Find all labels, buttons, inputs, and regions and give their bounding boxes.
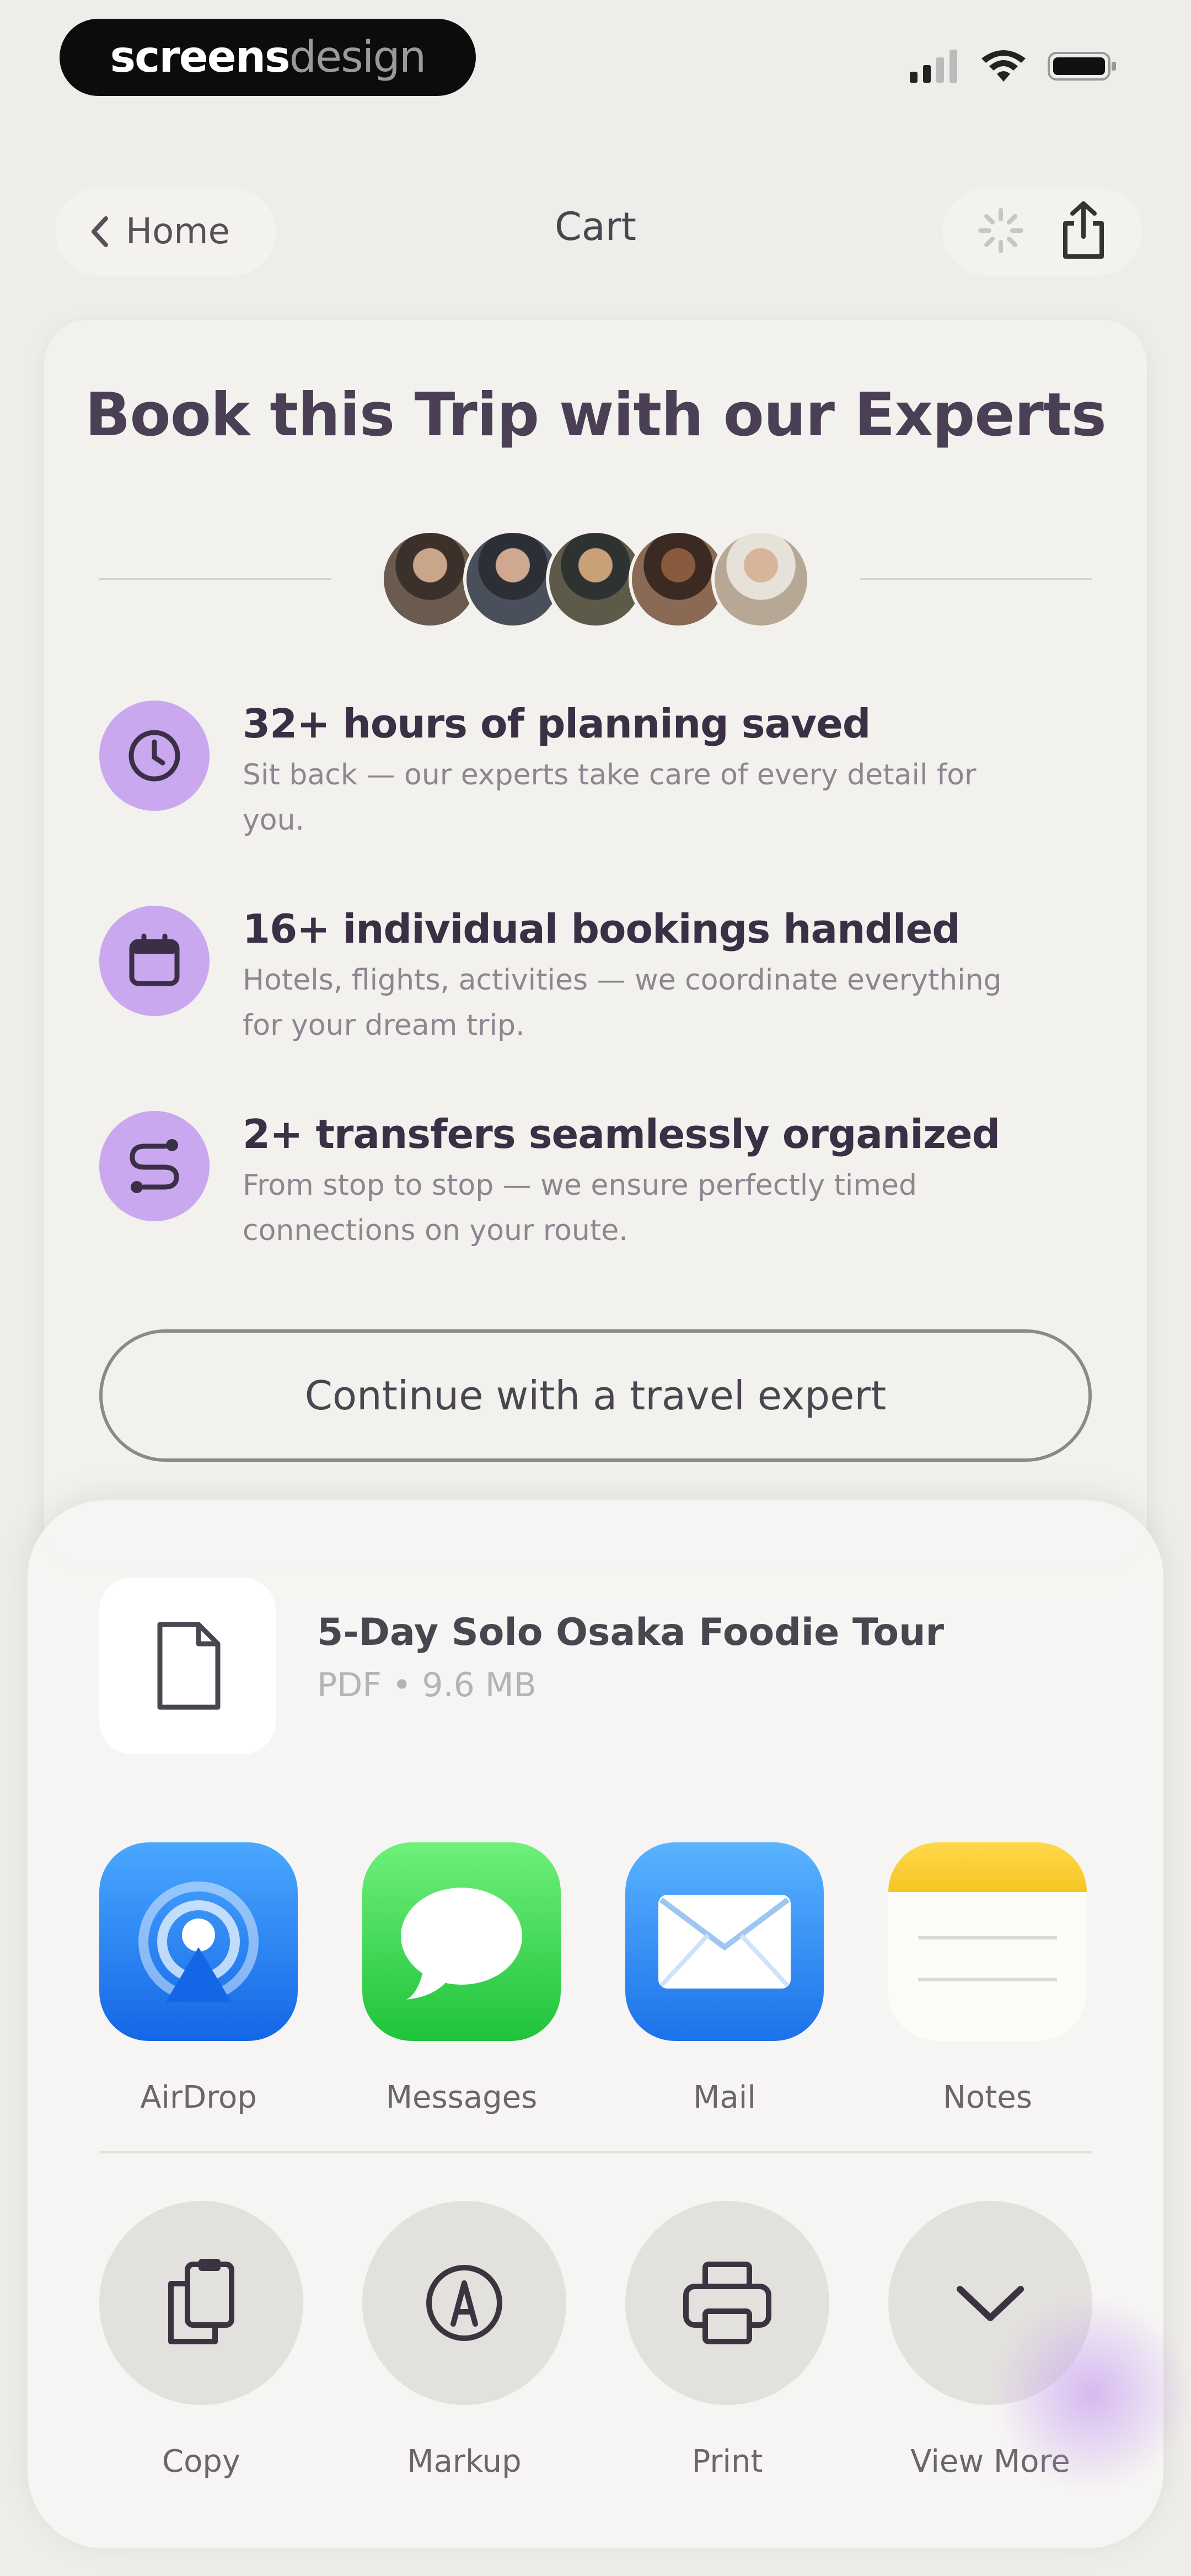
feature-title: 2+ transfers seamlessly organized	[243, 1111, 1000, 1157]
share-icon[interactable]	[1059, 200, 1108, 263]
decorative-glow	[993, 2295, 1191, 2493]
feature-description: From stop to stop — we ensure perfectly …	[243, 1163, 1000, 1253]
share-app-label: Messages	[385, 2080, 538, 2115]
share-app-messages[interactable]: Messages	[362, 1842, 561, 2115]
feature-text: 2+ transfers seamlessly organized From s…	[243, 1111, 1000, 1253]
action-label: Markup	[407, 2444, 522, 2479]
experts-avatar-row	[99, 524, 1092, 634]
feature-desc-line: for your dream trip.	[243, 1009, 525, 1042]
signal-icon	[910, 50, 957, 83]
feature-text: 16+ individual bookings handled Hotels, …	[243, 906, 1002, 1048]
share-app-notes[interactable]: Notes	[888, 1842, 1087, 2115]
continue-with-expert-button[interactable]: Continue with a travel expert	[99, 1329, 1092, 1462]
feature-title: 16+ individual bookings handled	[243, 906, 961, 952]
loading-spinner-icon	[976, 206, 1026, 258]
file-name: 5-Day Solo Osaka Foodie Tour	[317, 1611, 945, 1654]
share-actions-row: Copy Markup Print View More	[99, 2201, 1147, 2488]
logo-text-part2: design	[289, 33, 427, 82]
feature-bookings: 16+ individual bookings handled Hotels, …	[99, 906, 1081, 1071]
route-icon	[99, 1111, 210, 1221]
share-app-label: AirDrop	[140, 2080, 257, 2115]
markup-icon	[362, 2201, 566, 2405]
divider-right	[860, 578, 1092, 580]
feature-title: 32+ hours of planning saved	[243, 701, 871, 747]
avatar	[711, 530, 811, 629]
share-app-label: Mail	[693, 2080, 756, 2115]
file-meta: PDF • 9.6 MB	[317, 1666, 537, 1704]
feature-desc-line: you.	[243, 804, 305, 837]
share-apps-row: AirDrop Messages Mail Notes	[99, 1842, 1191, 2129]
feature-description: Sit back — our experts take care of ever…	[243, 752, 976, 843]
screen: screens design Home Cart Book this Trip …	[0, 0, 1191, 2576]
avatar-group	[380, 530, 811, 629]
feature-desc-line: Hotels, flights, activities — we coordin…	[243, 964, 1002, 997]
feature-desc-line: Sit back — our experts take care of ever…	[243, 758, 977, 792]
document-icon	[157, 1622, 221, 1710]
file-thumbnail	[99, 1578, 276, 1754]
card-title: Book this Trip with our Experts	[85, 381, 1107, 450]
share-app-airdrop[interactable]: AirDrop	[99, 1842, 298, 2115]
action-print[interactable]: Print	[625, 2201, 829, 2479]
clock-icon	[99, 701, 210, 811]
wifi-icon	[981, 50, 1026, 82]
feature-desc-line: connections on your route.	[243, 1214, 628, 1247]
mail-icon	[625, 1842, 824, 2041]
feature-transfers: 2+ transfers seamlessly organized From s…	[99, 1111, 1081, 1276]
feature-planning: 32+ hours of planning saved Sit back — o…	[99, 701, 1081, 866]
share-sheet-divider	[99, 2151, 1092, 2153]
airdrop-icon	[99, 1842, 298, 2041]
action-copy[interactable]: Copy	[99, 2201, 303, 2479]
feature-desc-line: From stop to stop — we ensure perfectly …	[243, 1169, 917, 1202]
action-label: Copy	[162, 2444, 241, 2479]
calendar-icon	[99, 906, 210, 1016]
share-app-label: Notes	[943, 2080, 1032, 2115]
print-icon	[625, 2201, 829, 2405]
feature-text: 32+ hours of planning saved Sit back — o…	[243, 701, 976, 843]
action-markup[interactable]: Markup	[362, 2201, 566, 2479]
status-icons	[910, 44, 1119, 88]
battery-icon	[1048, 52, 1116, 81]
screensdesign-logo: screens design	[60, 19, 476, 96]
notes-icon	[888, 1842, 1087, 2041]
logo-text-part1: screens	[110, 33, 291, 82]
nav-actions	[943, 188, 1141, 276]
share-app-mail[interactable]: Mail	[625, 1842, 824, 2115]
messages-icon	[362, 1842, 561, 2041]
divider-left	[99, 578, 331, 580]
copy-icon	[99, 2201, 303, 2405]
feature-description: Hotels, flights, activities — we coordin…	[243, 958, 1002, 1048]
experts-card: Book this Trip with our Experts 32+ hour…	[44, 320, 1147, 1567]
action-label: Print	[691, 2444, 763, 2479]
